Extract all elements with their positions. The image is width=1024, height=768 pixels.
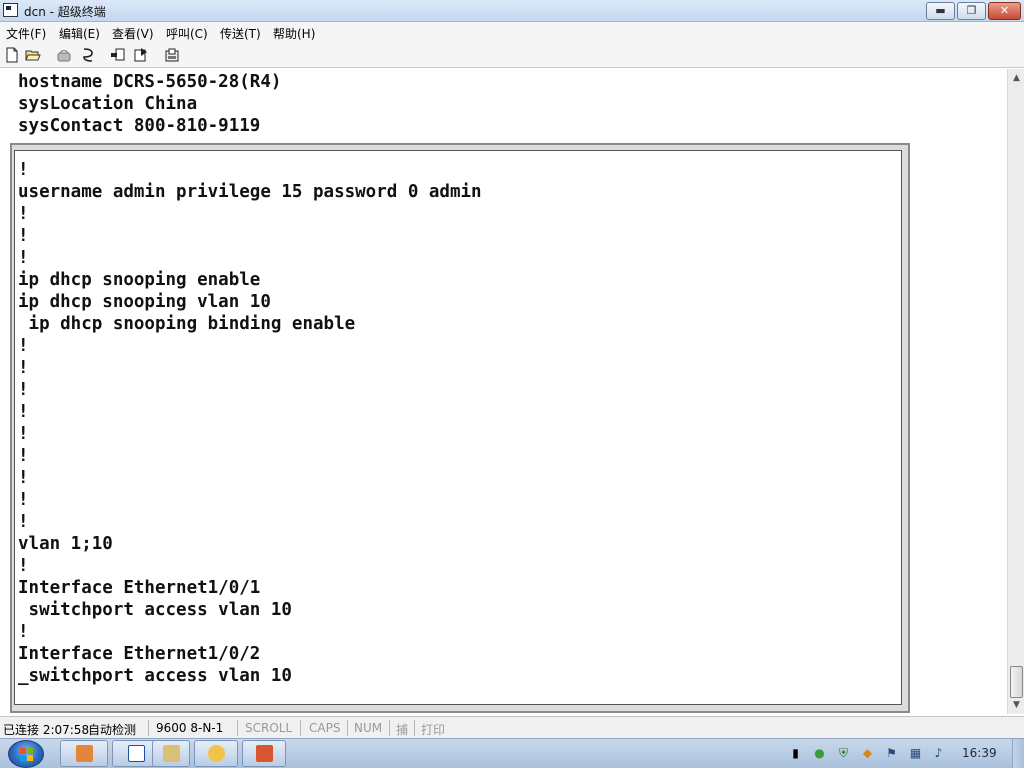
close-button[interactable]: ✕	[988, 2, 1021, 20]
terminal-line: !	[18, 204, 29, 224]
terminal-line: !	[18, 556, 29, 576]
browser-icon	[76, 745, 93, 762]
terminal-line: sysContact 800-810-9119	[18, 116, 261, 136]
menu-edit[interactable]: 编辑(E)	[59, 25, 100, 42]
terminal-line: switchport access vlan 10	[18, 600, 292, 620]
status-connection-time: 已连接 2:07:58	[3, 723, 90, 737]
status-caps: CAPS	[309, 721, 341, 735]
status-divider	[389, 720, 390, 736]
word-icon	[128, 745, 145, 762]
status-divider	[148, 720, 149, 736]
network-icon[interactable]: ●	[812, 746, 827, 761]
terminal-line: username admin privilege 15 password 0 a…	[18, 182, 482, 202]
scroll-thumb[interactable]	[1010, 666, 1023, 698]
status-detect: 自动检测	[88, 723, 137, 737]
terminal-line: !	[18, 358, 29, 378]
taskbar-app-hyperterminal[interactable]	[194, 740, 238, 767]
terminal-line: !	[18, 160, 29, 180]
lan-icon[interactable]: ▦	[908, 746, 923, 761]
properties-icon[interactable]	[80, 47, 96, 63]
status-port-settings: 9600 8-N-1	[156, 721, 224, 735]
terminal-line: vlan 1;10	[18, 534, 113, 554]
minimize-button[interactable]: ▬	[926, 2, 955, 20]
powerpoint-icon	[256, 745, 273, 762]
menu-help[interactable]: 帮助(H)	[273, 25, 315, 42]
status-num: NUM	[354, 721, 383, 735]
status-divider	[414, 720, 415, 736]
action-center-icon[interactable]: ⚑	[884, 746, 899, 761]
terminal-line: ip dhcp snooping binding enable	[18, 314, 356, 334]
terminal-line: !	[18, 248, 29, 268]
folder-icon	[163, 745, 180, 762]
terminal-line: hostname DCRS-5650-28(R4)	[18, 72, 282, 92]
status-divider	[237, 720, 238, 736]
status-print: 打印	[421, 723, 446, 737]
terminal-line: !	[18, 380, 29, 400]
app-icon[interactable]	[3, 3, 18, 17]
windows-logo-icon	[20, 748, 34, 761]
terminal-line: !	[18, 226, 29, 246]
terminal-line: !	[18, 512, 29, 532]
scroll-down-icon[interactable]: ▼	[1010, 698, 1023, 712]
taskbar-clock[interactable]: 16:39	[962, 746, 997, 760]
send-file-icon[interactable]	[110, 47, 126, 63]
terminal-line: !	[18, 424, 29, 444]
open-icon[interactable]	[25, 47, 41, 63]
terminal-line: !	[18, 336, 29, 356]
terminal-line: Interface Ethernet1/0/1	[18, 578, 261, 598]
security-icon[interactable]: ◆	[860, 746, 875, 761]
status-bar: 已连接 2:07:58 自动检测 9600 8-N-1 SCROLL CAPS …	[0, 716, 1024, 738]
terminal-line: ip dhcp snooping vlan 10	[18, 292, 271, 312]
hyperterminal-icon	[208, 745, 225, 762]
new-icon[interactable]	[4, 47, 20, 63]
taskbar-app-powerpoint[interactable]	[242, 740, 286, 767]
start-button[interactable]	[8, 740, 44, 768]
shield-icon[interactable]: ⛨	[836, 746, 851, 761]
menu-call[interactable]: 呼叫(C)	[166, 25, 208, 42]
show-desktop-button[interactable]	[1012, 739, 1024, 768]
status-capture: 捕	[396, 723, 409, 737]
terminal-line: _switchport access vlan 10	[18, 666, 292, 686]
terminal-line: !	[18, 402, 29, 422]
terminal-line: !	[18, 622, 29, 642]
vertical-scrollbar[interactable]: ▲ ▼	[1007, 69, 1024, 714]
status-divider	[347, 720, 348, 736]
status-scroll: SCROLL	[245, 721, 293, 735]
terminal-line: !	[18, 446, 29, 466]
settings-icon[interactable]	[164, 47, 180, 63]
terminal-line: ip dhcp snooping enable	[18, 270, 261, 290]
menu-file[interactable]: 文件(F)	[6, 25, 46, 42]
title-bar: dcn - 超级终端 ▬ ❐ ✕	[0, 0, 1024, 22]
scroll-up-icon[interactable]: ▲	[1010, 71, 1023, 85]
terminal-line: !	[18, 468, 29, 488]
terminal-line: Interface Ethernet1/0/2	[18, 644, 261, 664]
maximize-button[interactable]: ❐	[957, 2, 986, 20]
status-divider	[300, 720, 301, 736]
taskbar-app-explorer[interactable]	[152, 740, 190, 767]
menu-view[interactable]: 查看(V)	[112, 25, 154, 42]
window-title: dcn - 超级终端	[24, 5, 106, 19]
menu-bar: 文件(F) 编辑(E) 查看(V) 呼叫(C) 传送(T) 帮助(H)	[0, 22, 1024, 42]
taskbar-app-ie[interactable]	[60, 740, 108, 767]
disconnect-icon[interactable]	[56, 47, 72, 63]
menu-transfer[interactable]: 传送(T)	[220, 25, 261, 42]
toolbar	[0, 42, 1024, 68]
terminal-output-panel[interactable]	[14, 150, 902, 705]
film-icon[interactable]: ▮	[788, 746, 803, 761]
terminal-line: sysLocation China	[18, 94, 198, 114]
volume-icon[interactable]: ♪	[931, 746, 946, 761]
receive-file-icon[interactable]	[133, 47, 149, 63]
terminal-line: !	[18, 490, 29, 510]
